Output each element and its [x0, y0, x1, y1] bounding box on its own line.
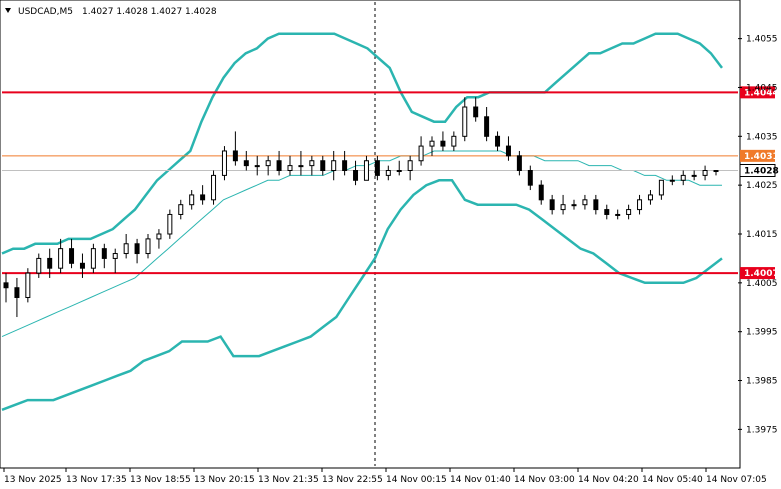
ohlc-readout: 1.4027 1.4028 1.4027 1.4028: [82, 7, 217, 17]
x-tick-label: 14 Nov 04:20: [578, 475, 639, 485]
candle-body: [549, 199, 555, 211]
symbol-title: USDCAD,M5: [18, 7, 73, 17]
candle-body: [604, 209, 610, 215]
candle-body: [145, 238, 151, 255]
x-tick-label: 13 Nov 22:55: [322, 475, 383, 485]
candle-body: [69, 248, 75, 264]
candle-body: [713, 170, 719, 173]
candle-body: [669, 179, 675, 182]
x-tick-label: 14 Nov 03:00: [514, 475, 575, 485]
candle-body: [691, 174, 697, 177]
x-tick-label: 14 Nov 05:40: [642, 475, 703, 485]
y-tick-label: 1.3975: [746, 425, 778, 435]
candle-body: [134, 243, 140, 255]
x-tick-label: 13 Nov 2025: [4, 475, 62, 485]
price-level-label: 1.4031: [744, 152, 779, 162]
candle-body: [79, 262, 85, 269]
candle-body: [702, 170, 708, 176]
candle-body: [396, 170, 402, 173]
candle-body: [14, 287, 20, 298]
chart-area: USDCAD,M5 1.4027 1.4028 1.4027 1.4028 1.…: [0, 0, 779, 485]
candle-body: [538, 184, 544, 201]
candle-body: [25, 272, 31, 298]
x-axis: 13 Nov 2025 13 Nov 17:35 13 Nov 18:55 13 No…: [3, 468, 767, 485]
x-tick-label: 13 Nov 18:55: [130, 475, 191, 485]
y-tick-label: 1.4005: [746, 279, 778, 289]
candle-body: [363, 160, 369, 181]
candle-body: [243, 160, 249, 167]
candle-body: [658, 179, 664, 196]
candle-body: [221, 150, 227, 176]
candle-body: [178, 204, 184, 215]
candle-body: [647, 194, 653, 201]
candle-body: [47, 257, 53, 269]
candle-body: [473, 106, 479, 118]
x-tick-label: 14 Nov 07:05: [706, 475, 767, 485]
y-tick-label: 1.4035: [746, 132, 778, 142]
candle-body: [309, 160, 315, 167]
candle-body: [156, 233, 162, 240]
x-tick-label: 13 Nov 21:35: [258, 475, 319, 485]
candle-body: [615, 213, 621, 216]
candle-body: [451, 135, 457, 147]
candle-body: [232, 150, 238, 162]
candle-body: [287, 165, 293, 172]
candle-body: [90, 248, 96, 269]
y-tick-label: 1.4045: [746, 83, 778, 93]
candle-body: [276, 160, 282, 172]
candle-body: [298, 165, 304, 168]
candle-body: [3, 282, 9, 289]
candle-body: [680, 174, 686, 181]
candle-body: [495, 135, 501, 147]
candle-body: [112, 253, 118, 259]
candle-body: [560, 204, 566, 211]
x-tick-label: 14 Nov 00:15: [386, 475, 447, 485]
candle-body: [462, 106, 468, 137]
candle-body: [582, 199, 588, 206]
candle-body: [484, 116, 490, 137]
candle-body: [36, 257, 42, 274]
candle-body: [440, 140, 446, 147]
x-tick-label: 14 Nov 01:40: [450, 475, 511, 485]
candle-body: [320, 160, 326, 172]
y-tick-label: 1.4015: [746, 230, 778, 240]
price-level-label: 1.4007: [744, 269, 779, 279]
candle-body: [505, 145, 511, 157]
candle-body: [331, 160, 337, 172]
candle-body: [265, 160, 271, 167]
candle-body: [571, 204, 577, 207]
candle-body: [626, 209, 632, 215]
y-tick-label: 1.4025: [746, 181, 778, 191]
candle-body: [374, 160, 380, 176]
plot-frame: [0, 0, 741, 469]
candle-body: [429, 140, 435, 147]
candle-body: [254, 165, 260, 168]
candle-body: [58, 248, 64, 269]
candle-body: [385, 170, 391, 176]
candle-body: [123, 243, 129, 255]
candle-body: [418, 145, 424, 162]
x-tick-label: 13 Nov 20:15: [194, 475, 255, 485]
candle-body: [342, 160, 348, 172]
candle-body: [407, 160, 413, 172]
candle-body: [637, 199, 643, 211]
y-tick-label: 1.4055: [746, 35, 778, 45]
candle-body: [211, 174, 217, 201]
candle-body: [101, 248, 107, 259]
candle-body: [527, 170, 533, 186]
candle-body: [353, 170, 359, 181]
y-tick-label: 1.3995: [746, 328, 778, 338]
current-price-label: 1.4028: [744, 167, 779, 177]
candle-body: [200, 194, 206, 201]
candle-body: [516, 155, 522, 172]
y-tick-label: 1.3985: [746, 377, 778, 387]
candle-body: [167, 213, 173, 235]
x-tick-label: 13 Nov 17:35: [66, 475, 127, 485]
candle-body: [593, 199, 599, 211]
candle-body: [189, 194, 195, 206]
